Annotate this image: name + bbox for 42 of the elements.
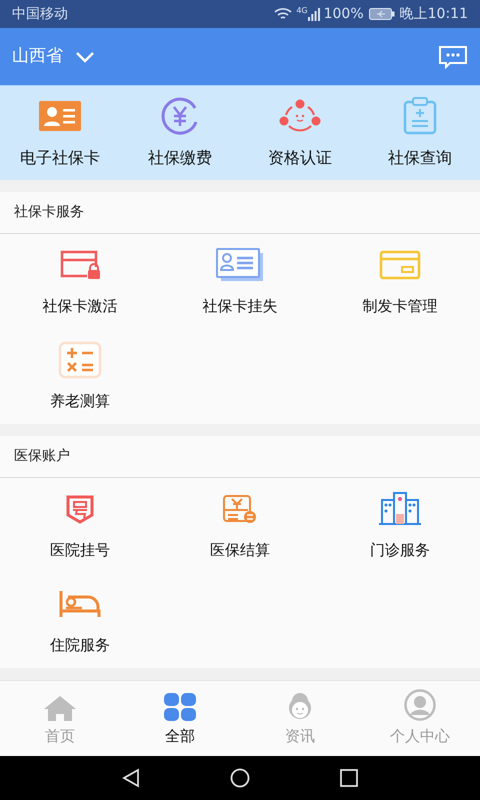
hospital-building-icon [378,492,422,526]
service-item[interactable]: 制发卡管理 [320,234,480,329]
service-item[interactable]: 门诊服务 [320,478,480,573]
service-item[interactable]: 医保结算 [160,478,320,573]
battery-icon [368,8,395,20]
tag-icon [65,494,95,524]
yuan-coin-icon [160,96,200,136]
battery-percent: 100% [324,4,364,24]
carrier-name: 中国移动 [12,4,68,24]
section-title: 医保账户 [14,447,70,466]
quick-action[interactable]: 社保缴费 [120,86,240,180]
card-icon [379,250,421,280]
chevron-down-icon [75,50,95,62]
service-item[interactable]: 医院挂号 [0,478,160,573]
calculator-icon [58,341,102,380]
smiley-nodes-icon [279,99,321,133]
network-type: 4G [296,5,308,17]
quick-action[interactable]: 社保查询 [360,86,480,180]
id-card-icon [39,101,81,131]
recent-apps-icon[interactable] [340,769,358,787]
id-card-icon [215,248,265,282]
service-item[interactable]: 住院服务 [0,573,160,668]
quick-action[interactable]: 电子社保卡 [0,86,120,180]
service-item[interactable]: 社保卡挂失 [160,234,320,329]
service-item[interactable]: 社保卡激活 [0,234,160,329]
quick-action[interactable]: 资格认证 [240,86,360,180]
service-item[interactable]: 养老测算 [0,329,160,424]
user-avatar-icon [404,689,436,722]
home-button-icon[interactable] [230,768,250,788]
tab[interactable]: 全部 [120,681,240,756]
card-lock-icon [59,250,101,280]
grid-icon [164,693,196,722]
bed-icon [59,591,101,618]
back-icon[interactable] [122,768,140,788]
receipt-icon [222,494,258,524]
clock-time: 晚上10:11 [400,4,468,24]
wifi-icon [274,7,292,21]
section-title: 社保卡服务 [14,203,84,222]
clipboard-icon [403,97,437,135]
message-icon[interactable] [438,44,468,68]
signal-icon [308,8,320,20]
home-icon [43,695,77,722]
